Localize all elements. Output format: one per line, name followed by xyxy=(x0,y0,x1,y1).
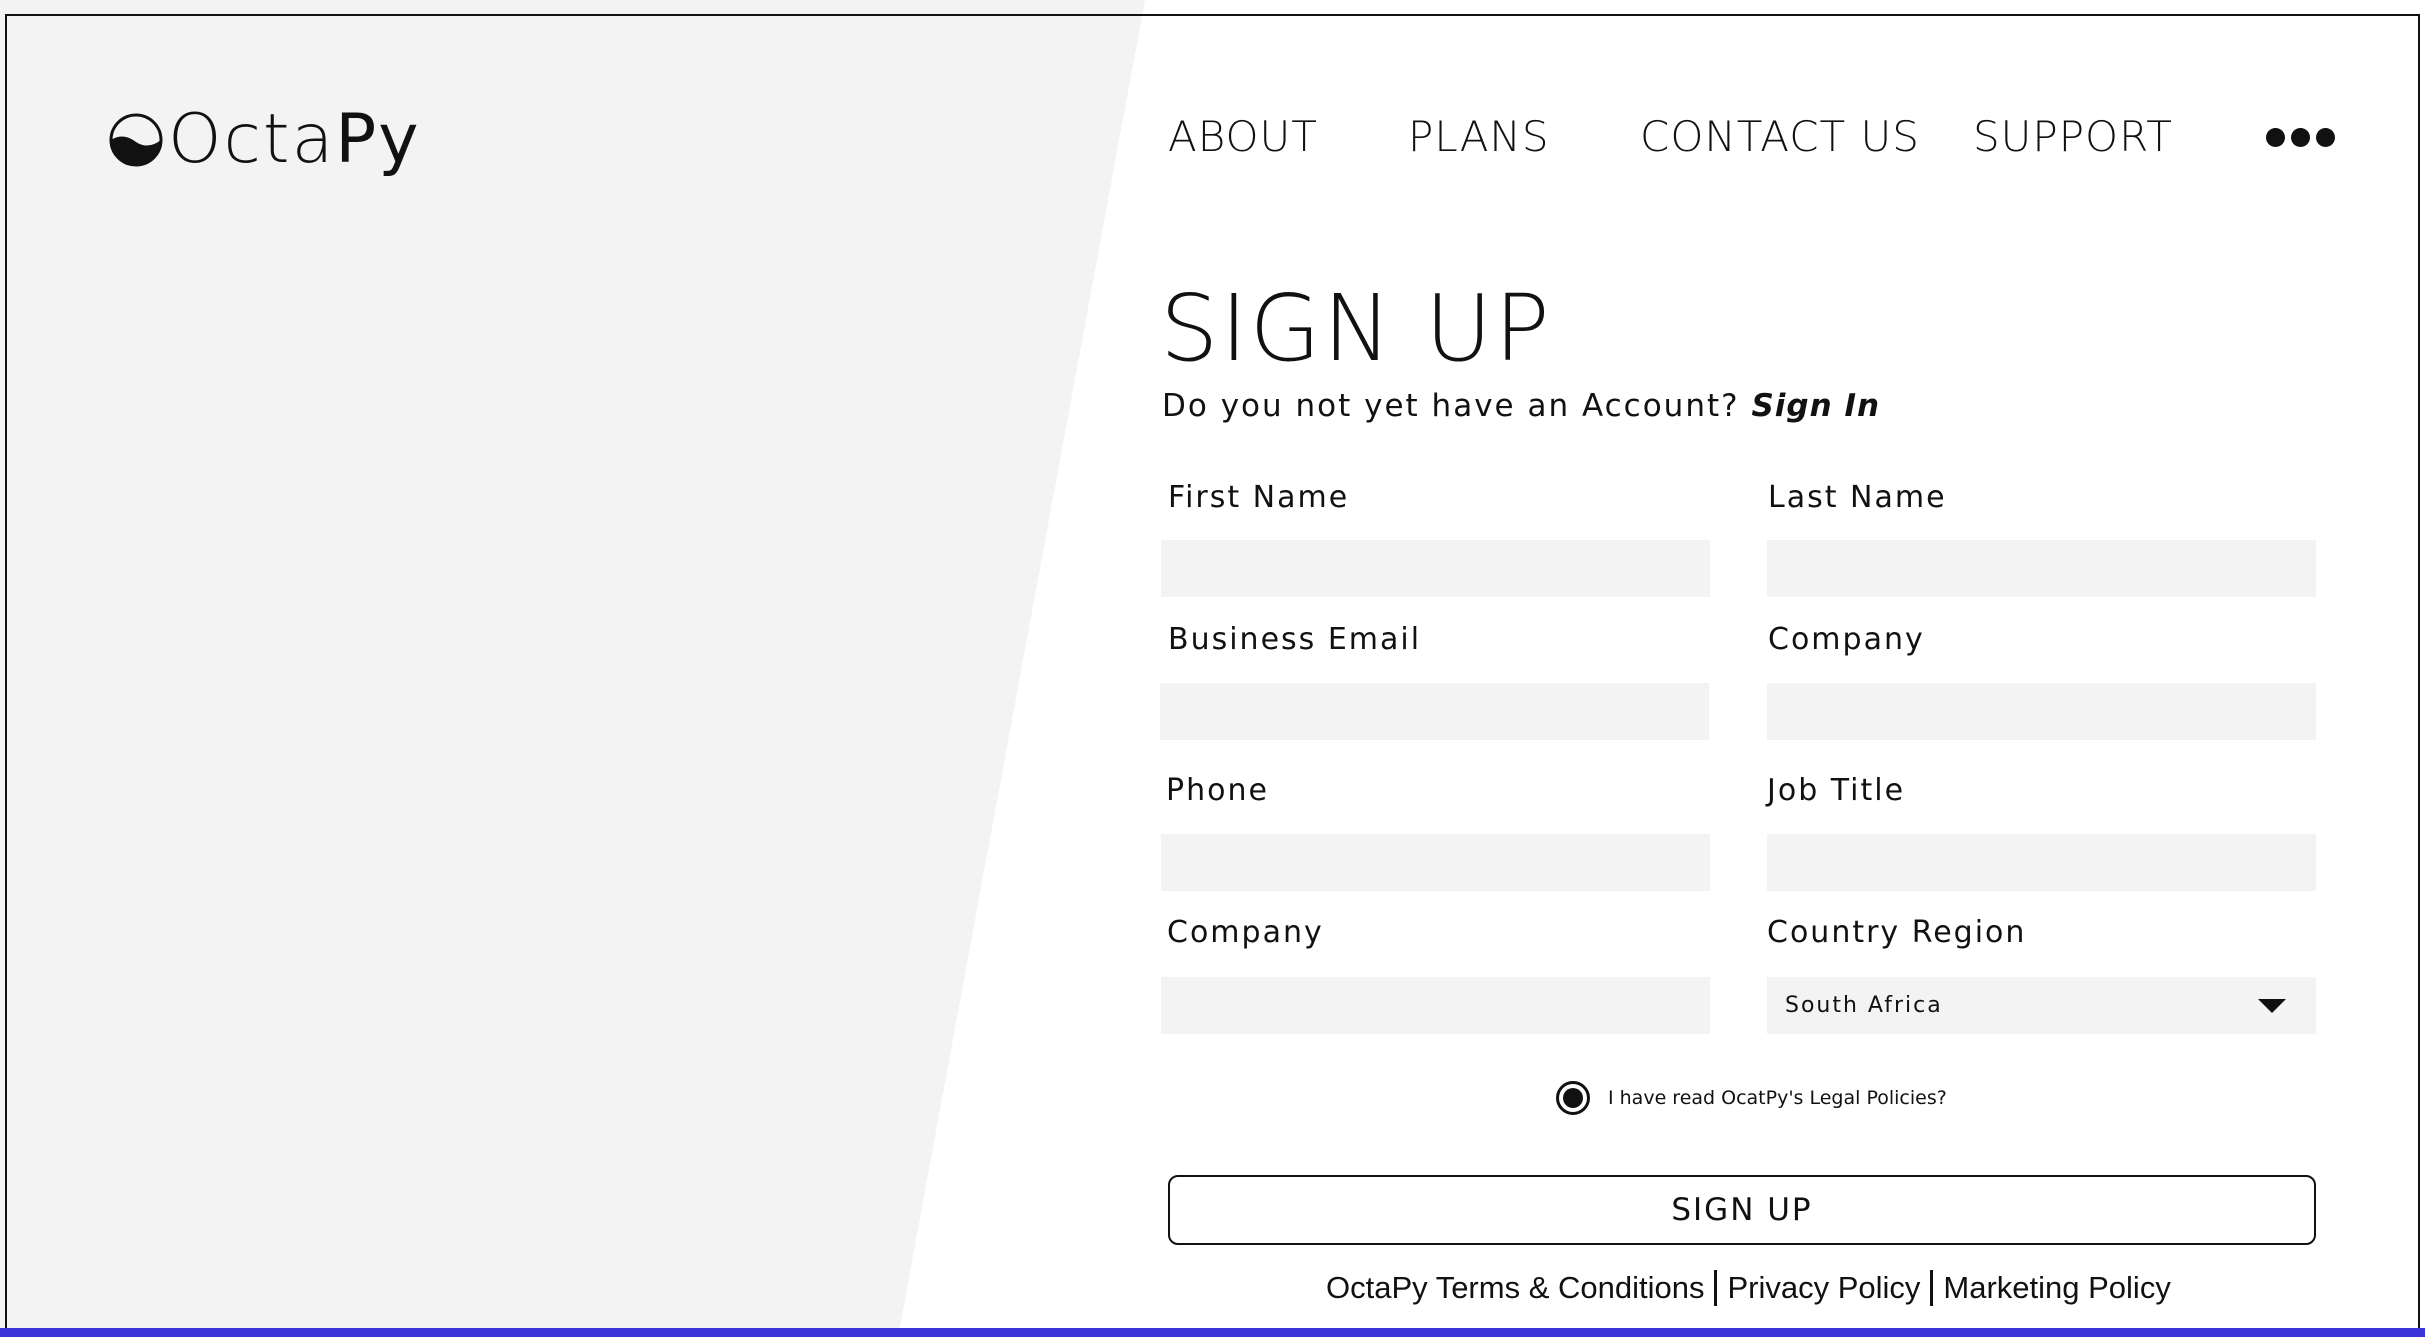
job-title-input[interactable] xyxy=(1767,834,2316,891)
terms-link[interactable]: OctaPy Terms & Conditions xyxy=(1326,1270,1704,1306)
country-region-select[interactable]: South Africa xyxy=(1767,977,2316,1034)
first-name-input[interactable] xyxy=(1161,540,1710,597)
consent-label: I have read OcatPy's Legal Policies? xyxy=(1608,1087,1947,1109)
country-region-value: South Africa xyxy=(1785,993,1943,1018)
last-name-input[interactable] xyxy=(1767,540,2316,597)
company-secondary-label: Company xyxy=(1167,915,1324,950)
first-name-label: First Name xyxy=(1168,480,1350,515)
privacy-policy-link[interactable]: Privacy Policy xyxy=(1727,1270,1920,1306)
signin-prompt-text: Do you not yet have an Account? xyxy=(1162,388,1740,424)
business-email-label: Business Email xyxy=(1168,622,1422,657)
nav-support[interactable]: SUPPORT xyxy=(1973,112,2173,161)
brand-name-strong: Py xyxy=(335,100,421,179)
company-label: Company xyxy=(1768,622,1925,657)
company-input[interactable] xyxy=(1767,683,2316,740)
brand-name-light: Octa xyxy=(168,100,336,179)
more-dot xyxy=(2316,128,2335,147)
more-horizontal-icon[interactable] xyxy=(2266,128,2335,147)
more-dot xyxy=(2291,128,2310,147)
page: Octa Py ABOUT PLANS CONTACT US SUPPORT SI… xyxy=(0,0,2425,1337)
radio-selected-dot xyxy=(1563,1088,1583,1108)
legal-consent[interactable]: I have read OcatPy's Legal Policies? xyxy=(1556,1081,1947,1115)
phone-label: Phone xyxy=(1166,773,1269,808)
footer-links: OctaPy Terms & Conditions Privacy Policy… xyxy=(1326,1270,2171,1306)
logo-half-circle-icon xyxy=(109,113,163,166)
consent-radio[interactable] xyxy=(1556,1081,1590,1115)
last-name-label: Last Name xyxy=(1768,480,1947,515)
business-email-input[interactable] xyxy=(1160,683,1709,740)
phone-input[interactable] xyxy=(1161,834,1710,891)
job-title-label: Job Title xyxy=(1767,773,1906,808)
nav-plans[interactable]: PLANS xyxy=(1408,112,1550,161)
signin-link[interactable]: Sign In xyxy=(1751,388,1880,424)
sign-up-button[interactable]: SIGN UP xyxy=(1168,1175,2316,1245)
brand-logo[interactable]: Octa Py xyxy=(108,100,421,179)
footer-divider xyxy=(1714,1270,1718,1306)
nav-about[interactable]: ABOUT xyxy=(1168,112,1318,161)
left-gray-panel xyxy=(0,0,1145,1337)
company-secondary-input[interactable] xyxy=(1161,977,1710,1034)
marketing-policy-link[interactable]: Marketing Policy xyxy=(1943,1270,2170,1306)
bottom-accent-bar xyxy=(0,1328,2425,1337)
more-dot xyxy=(2266,128,2285,147)
caret-down-icon xyxy=(2258,999,2286,1013)
page-title: SIGN UP xyxy=(1160,275,1552,382)
nav-contact-us[interactable]: CONTACT US xyxy=(1640,112,1920,161)
footer-divider xyxy=(1930,1270,1934,1306)
country-region-label: Country Region xyxy=(1767,915,2027,950)
signin-prompt: Do you not yet have an Account? Sign In xyxy=(1162,388,1880,424)
